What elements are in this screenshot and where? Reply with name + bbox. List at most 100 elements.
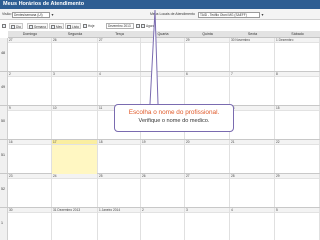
day-cell[interactable]: 23 (8, 174, 52, 207)
day-cell[interactable]: 29 (275, 174, 320, 207)
day-date-label: 26 (141, 174, 184, 179)
day-date-label: 27 (98, 38, 140, 43)
day-date-label: 28 (230, 174, 274, 179)
day-cell[interactable]: 6 (185, 72, 230, 105)
day-cell[interactable]: 10 (52, 106, 98, 139)
day-cell[interactable]: 3 (185, 208, 230, 240)
week-icon (29, 25, 33, 30)
day-date-label: 24 (52, 174, 97, 179)
view-dropdown-arrow-icon[interactable]: ▼ (50, 12, 55, 18)
view-select[interactable]: Dentes/semana (UI) (12, 11, 50, 18)
day-cell[interactable]: 27 (185, 174, 230, 207)
day-cell[interactable]: 8 (275, 72, 320, 105)
day-cell[interactable]: 27 (8, 38, 52, 71)
refresh-icon (83, 24, 87, 29)
day-date-label: 26 (52, 38, 97, 43)
day-date-label: 21 (230, 140, 274, 145)
today-button[interactable]: Hoje (83, 23, 95, 29)
day-cell[interactable]: 3 (52, 72, 98, 105)
nav-arrows-icon[interactable] (2, 23, 7, 29)
week-number-label: 1 (1, 221, 3, 225)
day-cell[interactable]: 15 (275, 106, 320, 139)
week-number-label: 50 (1, 119, 5, 123)
day-cell[interactable]: 27 (98, 38, 141, 71)
day-date-label: 27 (8, 38, 51, 43)
day-date-label: 20 (185, 140, 229, 145)
day-cell[interactable]: 30 Novembro (230, 38, 275, 71)
view-label: Visão: (2, 12, 12, 16)
day-cell[interactable]: 30 (8, 208, 52, 240)
day-cell[interactable]: 21 (230, 140, 275, 173)
day-date-label: 4 (230, 208, 274, 213)
day-date-label: 29 (185, 38, 229, 43)
week-number-label: 51 (1, 153, 5, 157)
calendar-icon (136, 24, 140, 29)
month-view-button[interactable]: Mes (49, 23, 65, 30)
day-date-label: 15 (275, 106, 319, 111)
week-number: 1 (0, 208, 8, 240)
day-cell[interactable]: 22 (275, 140, 320, 173)
day-header-cell: Sexta (247, 32, 258, 36)
list-view-button[interactable]: Lista (65, 23, 81, 30)
day-cell[interactable]: 26 (52, 38, 98, 71)
day-date-label: 2 (8, 72, 51, 77)
day-cell[interactable]: 5 (275, 208, 320, 240)
arrow-right-icon (141, 24, 145, 29)
day-cell[interactable]: 2 (141, 208, 185, 240)
day-cell[interactable]: 28 (230, 174, 275, 207)
filter-toolbar: Visão: Dentes/semana (UI) ▼ Meus Locais … (0, 9, 320, 20)
day-cell[interactable] (141, 38, 185, 71)
week-number: 50 (0, 106, 8, 139)
callout-line-1: Escolha o nome do profissional. (128, 109, 220, 116)
day-cell[interactable]: 1 Janeiro 2014 (98, 208, 141, 240)
day-cell[interactable]: 14 (230, 106, 275, 139)
day-cell[interactable]: 31 Dezembro 2013 (52, 208, 98, 240)
day-cell[interactable]: 20 (185, 140, 230, 173)
day-icon (11, 25, 15, 30)
week-row: 49 2 3 4 6 7 8 (0, 72, 320, 106)
week-view-button[interactable]: Semana (27, 23, 48, 30)
day-cell[interactable]: 26 (141, 174, 185, 207)
week-number: 51 (0, 140, 8, 173)
day-cell[interactable]: 4 (98, 72, 141, 105)
day-date-label (141, 38, 184, 43)
professional-select[interactable]: TAID - Teófilo Otoni MG (SAEFF) (198, 11, 260, 18)
window-title-bar: Meus Horários de Atendimento (0, 0, 320, 9)
day-cell[interactable]: 19 (141, 140, 185, 173)
day-cell[interactable] (141, 72, 185, 105)
week-number-label: 52 (1, 187, 5, 191)
day-header-cell: Quinta (202, 32, 213, 36)
day-cell[interactable]: 1 Dezembro (275, 38, 320, 71)
day-view-button[interactable]: Dia (9, 23, 23, 30)
day-date-label: 18 (98, 140, 140, 145)
day-cell[interactable]: 17 (52, 140, 98, 174)
day-cell[interactable]: 7 (230, 72, 275, 105)
day-date-label: 10 (52, 106, 97, 111)
date-input[interactable]: Dezembro 2013 (106, 22, 134, 29)
now-button[interactable]: Agora (141, 23, 155, 29)
day-cell[interactable]: 29 (185, 38, 230, 71)
day-cell[interactable]: 16 (8, 140, 52, 173)
day-header-cell: Sábado (291, 32, 304, 36)
week-number: 49 (0, 72, 8, 105)
day-cell[interactable]: 4 (230, 208, 275, 240)
day-cell[interactable]: 25 (98, 174, 141, 207)
callout-line-2: Verifique o nome do medico. (138, 118, 210, 124)
day-date-label: 27 (185, 174, 229, 179)
week-number: 48 (0, 38, 8, 71)
day-cell[interactable]: 18 (98, 140, 141, 173)
week-number: 52 (0, 174, 8, 207)
day-date-label: 19 (141, 140, 184, 145)
day-date-label: 25 (98, 174, 140, 179)
day-cell[interactable]: 24 (52, 174, 98, 207)
day-date-label: 7 (230, 72, 274, 77)
week-number-label: 48 (1, 51, 5, 55)
day-cell[interactable]: 9 (8, 106, 52, 139)
day-cell[interactable]: 2 (8, 72, 52, 105)
day-date-label: 30 Novembro (230, 38, 274, 43)
list-icon (67, 25, 71, 30)
week-number-label: 49 (1, 85, 5, 89)
day-date-label: 16 (8, 140, 51, 145)
professional-dropdown-arrow-icon[interactable]: ▼ (260, 12, 265, 18)
day-date-label: 3 (185, 208, 229, 213)
